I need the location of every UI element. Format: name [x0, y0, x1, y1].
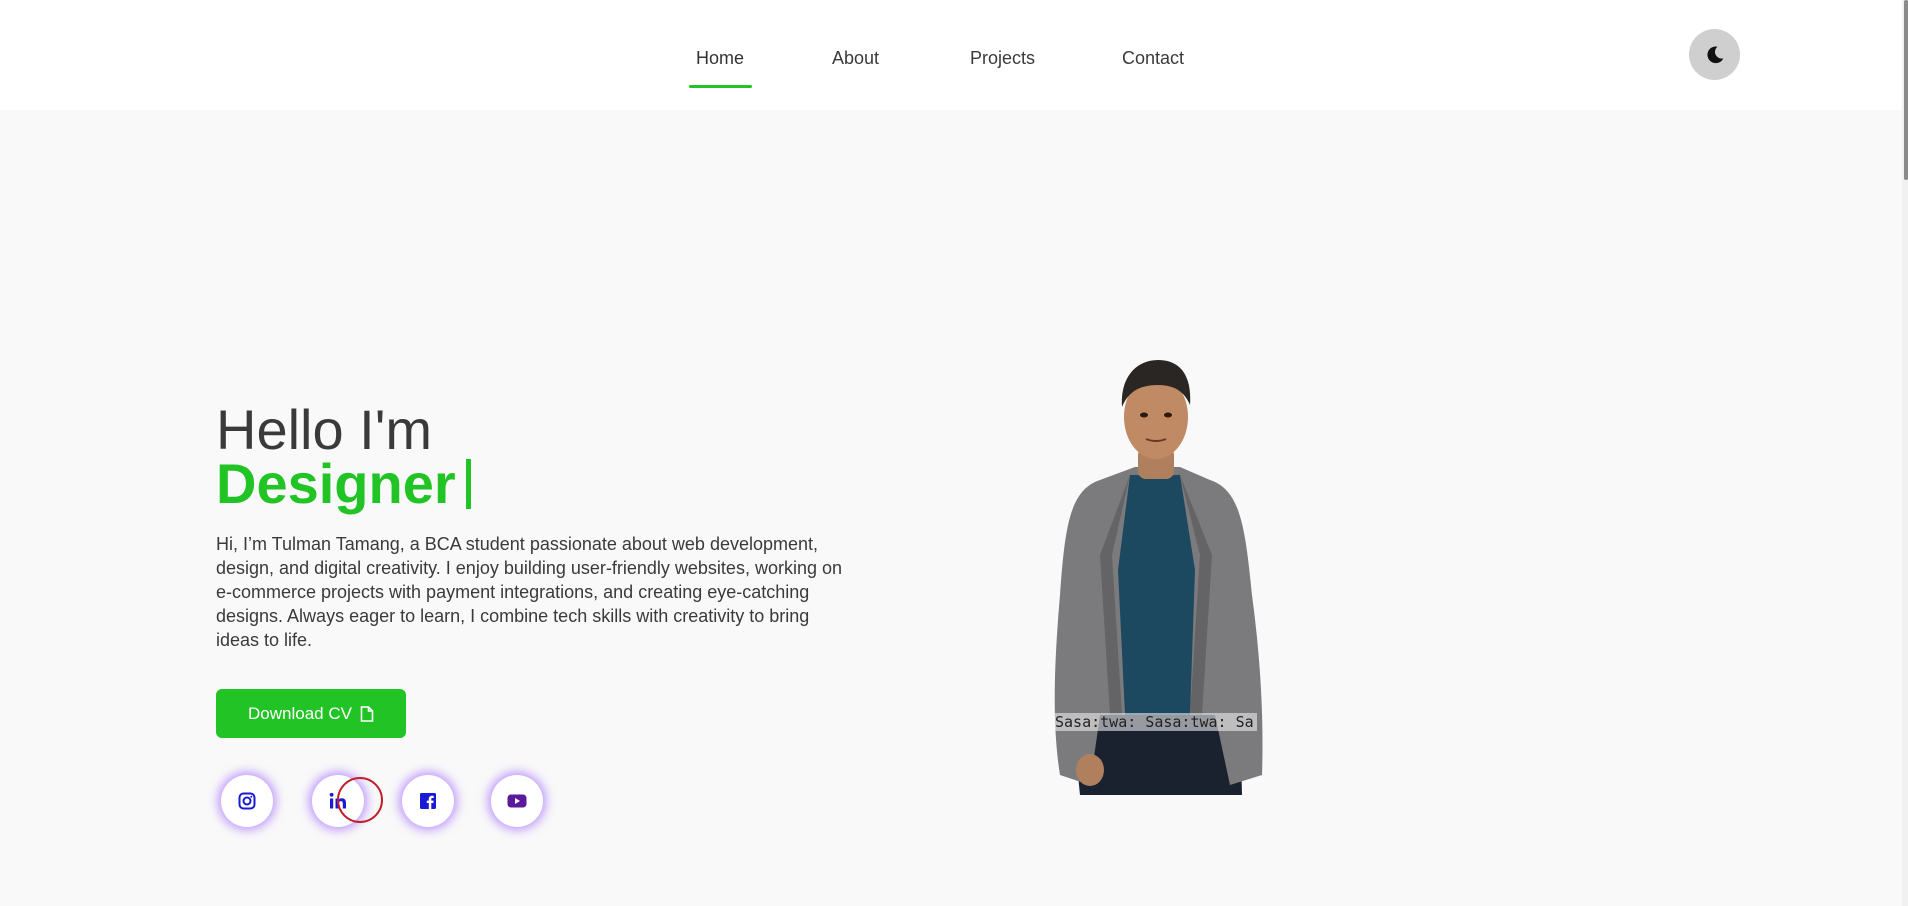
- hero-description: Hi, I’m Tulman Tamang, a BCA student pas…: [216, 534, 842, 650]
- nav-active-indicator: [689, 85, 752, 88]
- download-cv-label: Download CV: [248, 703, 352, 723]
- instagram-icon: [238, 792, 256, 810]
- facebook-link[interactable]: [402, 775, 454, 827]
- hero-role-text: Designer: [216, 452, 456, 515]
- theme-toggle-button[interactable]: [1689, 29, 1740, 80]
- linkedin-icon: [329, 792, 346, 809]
- photo-caption: Sasa:twa: Sasa:twa: Sa: [1055, 713, 1257, 731]
- moon-icon: [1706, 45, 1723, 63]
- youtube-link[interactable]: [491, 775, 543, 827]
- download-cv-button[interactable]: Download CV: [216, 689, 406, 738]
- nav-projects[interactable]: Projects: [970, 48, 1035, 69]
- nav-contact[interactable]: Contact: [1122, 48, 1184, 69]
- youtube-icon: [507, 794, 527, 808]
- hero-greeting: Hello I'm: [216, 398, 433, 461]
- facebook-icon: [420, 793, 436, 809]
- linkedin-link[interactable]: [312, 775, 364, 827]
- file-icon: [360, 705, 374, 722]
- nav-home[interactable]: Home: [696, 48, 744, 69]
- site-header: Home About Projects Contact: [0, 0, 1902, 110]
- typing-cursor: [465, 459, 471, 509]
- instagram-link[interactable]: [221, 775, 273, 827]
- scrollbar-thumb[interactable]: [1904, 0, 1908, 180]
- hero-role: Designer: [216, 456, 471, 512]
- main-nav: Home About Projects Contact: [0, 48, 1902, 88]
- nav-about[interactable]: About: [832, 48, 879, 69]
- page-scrollbar[interactable]: [1902, 0, 1908, 906]
